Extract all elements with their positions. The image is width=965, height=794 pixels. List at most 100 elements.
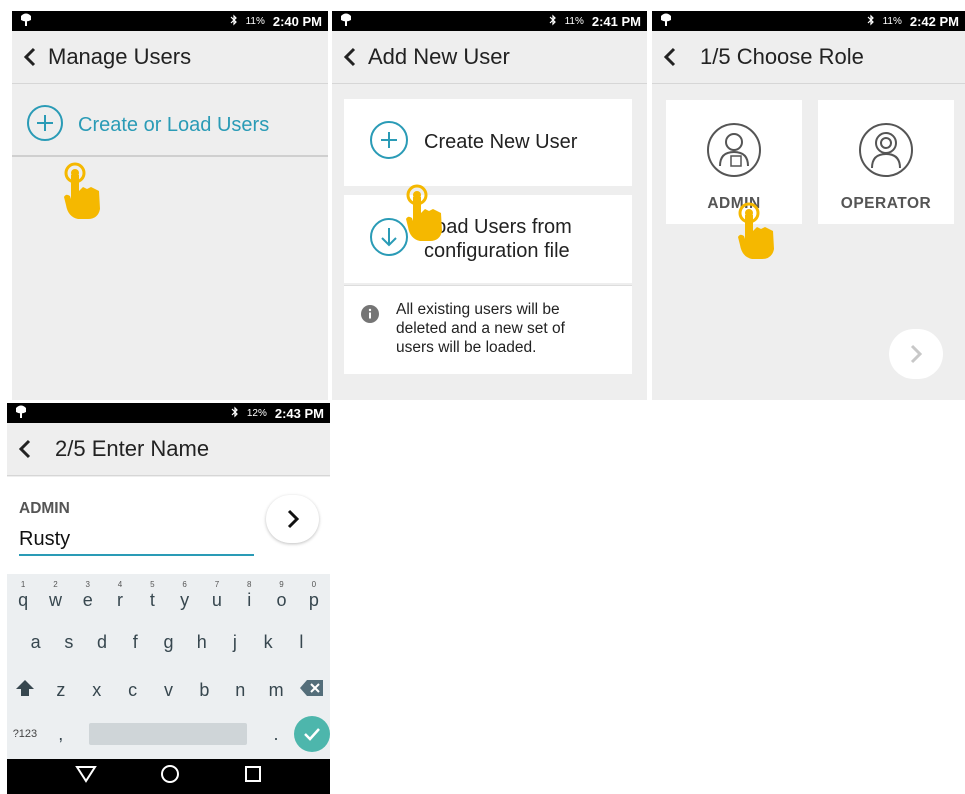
key-r[interactable]: 4r — [104, 580, 136, 620]
android-icon — [15, 405, 27, 422]
create-or-load-users-label: Create or Load Users — [78, 113, 270, 136]
create-or-load-users-item[interactable]: Create or Load Users — [12, 95, 328, 157]
key-p[interactable]: 0p — [298, 580, 330, 620]
key-i[interactable]: 8i — [233, 580, 265, 620]
backspace-key[interactable] — [294, 670, 330, 710]
battery-level: 11% — [245, 16, 265, 27]
add-new-user-screen: 11% 2:41 PM Add New User Create New User… — [332, 11, 647, 400]
page-title: Add New User — [368, 44, 510, 69]
manage-users-screen: 11% 2:40 PM Manage Users Create or Load … — [12, 11, 328, 400]
next-button[interactable] — [266, 495, 319, 543]
status-bar: 11% 2:41 PM — [332, 11, 647, 31]
back-arrow-icon[interactable] — [16, 43, 44, 71]
status-bar: 11% 2:40 PM — [12, 11, 328, 31]
key-n[interactable]: n — [222, 670, 258, 710]
key-u[interactable]: 7u — [201, 580, 233, 620]
android-nav-bar — [7, 759, 330, 794]
key-m[interactable]: m — [258, 670, 294, 710]
role-field-label: ADMIN — [19, 500, 70, 517]
battery-level: 12% — [246, 408, 267, 419]
back-arrow-icon[interactable] — [336, 43, 364, 71]
tap-hand-icon — [402, 183, 452, 245]
title-bar: 2/5 Enter Name — [7, 423, 330, 476]
plus-circle-icon — [26, 104, 64, 147]
plus-circle-icon — [369, 120, 409, 165]
checkmark-icon — [294, 716, 330, 752]
key-l[interactable]: l — [285, 622, 318, 662]
info-line-1: All existing users will be — [396, 301, 560, 318]
clock: 2:42 PM — [909, 14, 959, 29]
key-w[interactable]: 2w — [39, 580, 71, 620]
operator-role-card[interactable]: OPERATOR — [818, 100, 954, 224]
operator-avatar-icon — [858, 122, 914, 183]
page-title: 1/5 Choose Role — [700, 44, 864, 69]
name-input[interactable] — [19, 524, 254, 556]
keyboard-row-1: 1q 2w 3e 4r 5t 6y 7u 8i 9o 0p — [7, 580, 330, 620]
clock: 2:43 PM — [274, 406, 324, 421]
page-title: Manage Users — [48, 44, 192, 69]
choose-role-screen: 11% 2:42 PM 1/5 Choose Role ADMIN OPERAT… — [652, 11, 965, 400]
status-bar: 12% 2:43 PM — [7, 403, 330, 423]
period-key[interactable]: . — [258, 714, 294, 754]
key-x[interactable]: x — [79, 670, 115, 710]
symbols-key[interactable]: ?123 — [7, 714, 43, 754]
shift-key[interactable] — [7, 670, 43, 710]
key-f[interactable]: f — [119, 622, 152, 662]
create-new-user-label: Create New User — [424, 131, 578, 153]
key-j[interactable]: j — [218, 622, 251, 662]
next-button[interactable] — [889, 329, 943, 379]
key-o[interactable]: 9o — [265, 580, 297, 620]
key-e[interactable]: 3e — [72, 580, 104, 620]
key-t[interactable]: 5t — [136, 580, 168, 620]
admin-avatar-icon — [706, 122, 762, 183]
operator-role-label: OPERATOR — [840, 195, 932, 212]
page-title: 2/5 Enter Name — [55, 436, 210, 461]
title-bar: Add New User — [332, 31, 647, 84]
backspace-icon — [299, 679, 325, 702]
keyboard-row-4: ?123 , . — [7, 714, 330, 754]
soft-keyboard: 1q 2w 3e 4r 5t 6y 7u 8i 9o 0p a s d f g … — [7, 574, 330, 759]
android-icon — [20, 13, 32, 30]
info-line-3: users will be loaded. — [396, 339, 537, 356]
shift-icon — [14, 678, 36, 703]
comma-key[interactable]: , — [43, 714, 79, 754]
key-h[interactable]: h — [185, 622, 218, 662]
back-triangle-icon[interactable] — [74, 765, 97, 788]
key-y[interactable]: 6y — [168, 580, 200, 620]
key-s[interactable]: s — [52, 622, 85, 662]
battery-level: 11% — [564, 16, 584, 27]
back-arrow-icon[interactable] — [656, 43, 684, 71]
key-v[interactable]: v — [151, 670, 187, 710]
android-icon — [340, 13, 352, 30]
title-bar: Manage Users — [12, 31, 328, 84]
recents-square-icon[interactable] — [244, 765, 262, 788]
clock: 2:41 PM — [591, 14, 641, 29]
title-bar: 1/5 Choose Role — [652, 31, 965, 84]
key-c[interactable]: c — [115, 670, 151, 710]
key-g[interactable]: g — [152, 622, 185, 662]
info-notice: All existing users will be deleted and a… — [344, 285, 632, 374]
space-key[interactable] — [79, 714, 258, 754]
key-q[interactable]: 1q — [7, 580, 39, 620]
battery-level: 11% — [882, 16, 902, 27]
keyboard-row-2: a s d f g h j k l — [7, 622, 330, 662]
key-a[interactable]: a — [19, 622, 52, 662]
create-new-user-card[interactable]: Create New User — [344, 99, 632, 186]
load-users-card[interactable]: Load Users from configuration file — [344, 195, 632, 283]
bluetooth-icon — [230, 14, 238, 29]
info-icon — [360, 304, 380, 329]
done-key[interactable] — [294, 714, 330, 754]
key-d[interactable]: d — [85, 622, 118, 662]
key-b[interactable]: b — [186, 670, 222, 710]
home-circle-icon[interactable] — [160, 764, 180, 789]
key-k[interactable]: k — [252, 622, 285, 662]
android-icon — [660, 13, 672, 30]
enter-name-screen: 12% 2:43 PM 2/5 Enter Name ADMIN 1q 2w 3… — [7, 403, 330, 794]
keyboard-row-3: z x c v b n m — [7, 670, 330, 710]
bluetooth-icon — [549, 14, 557, 29]
back-arrow-icon[interactable] — [11, 435, 39, 463]
bluetooth-icon — [231, 406, 239, 421]
info-line-2: deleted and a new set of — [396, 320, 565, 337]
key-z[interactable]: z — [43, 670, 79, 710]
clock: 2:40 PM — [272, 14, 322, 29]
